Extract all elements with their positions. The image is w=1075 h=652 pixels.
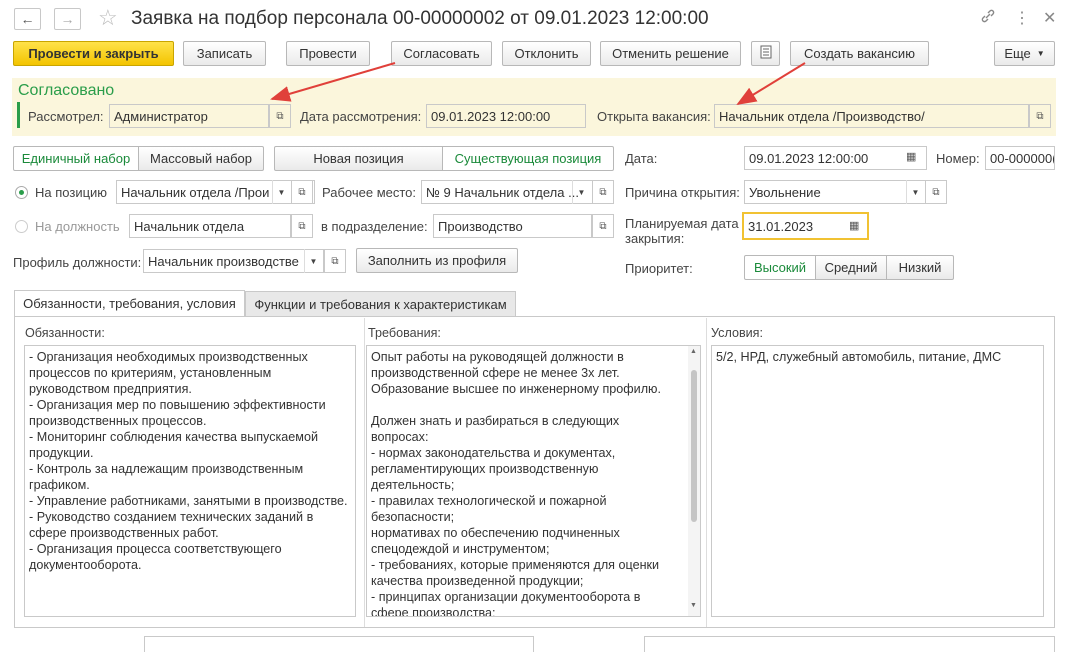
plan-close-label-line2: закрытия:	[625, 231, 685, 246]
number-label: Номер:	[936, 151, 980, 166]
new-position-toggle[interactable]: Новая позиция	[274, 146, 443, 171]
open-icon[interactable]: ⧉	[291, 180, 313, 204]
workplace-label: Рабочее место:	[322, 185, 417, 200]
calendar-icon[interactable]: ▦	[849, 219, 859, 232]
scroll-up-icon[interactable]: ▲	[690, 348, 697, 355]
requirements-scrollbar[interactable]: ▲ ▼	[688, 346, 700, 616]
in-department-label: в подразделение:	[321, 219, 428, 234]
bottom-field[interactable]	[144, 636, 534, 652]
plan-close-label-line1: Планируемая дата	[625, 216, 739, 231]
plan-close-label: Планируемая дата закрытия:	[625, 216, 739, 246]
divider	[706, 318, 707, 627]
profile-field[interactable]: Начальник производстве	[143, 249, 324, 273]
bottom-field[interactable]	[644, 636, 1055, 652]
date-label: Дата:	[625, 151, 658, 166]
reason-field[interactable]: Увольнение	[744, 180, 927, 204]
conditions-label: Условия:	[711, 326, 763, 340]
tab-duties[interactable]: Обязанности, требования, условия	[14, 290, 245, 316]
conditions-textarea[interactable]: 5/2, НРД, служебный автомобиль, питание,…	[711, 345, 1044, 617]
open-icon[interactable]: ⧉	[324, 249, 346, 273]
chevron-down-icon[interactable]: ▼	[906, 180, 924, 204]
workplace-field[interactable]: № 9 Начальник отдела ...	[421, 180, 593, 204]
department-field[interactable]: Производство	[433, 214, 592, 238]
calendar-icon[interactable]: ▦	[906, 150, 916, 163]
requirements-label: Требования:	[368, 326, 441, 340]
duties-textarea[interactable]: - Организация необходимых производственн…	[24, 345, 356, 617]
tab-functions[interactable]: Функции и требования к характеристикам	[245, 291, 516, 316]
existing-position-toggle[interactable]: Существующая позиция	[442, 146, 614, 171]
chevron-down-icon[interactable]: ▼	[272, 180, 290, 204]
priority-high-toggle[interactable]: Высокий	[744, 255, 816, 280]
arrow-to-reviewer	[270, 62, 396, 102]
priority-low-toggle[interactable]: Низкий	[886, 255, 954, 280]
open-icon[interactable]: ⧉	[291, 214, 313, 238]
arrow-to-vacancy	[736, 62, 806, 106]
chevron-down-icon[interactable]: ▼	[304, 249, 322, 273]
duties-label: Обязанности:	[25, 326, 105, 340]
profile-label: Профиль должности:	[13, 255, 142, 270]
priority-label: Приоритет:	[625, 261, 693, 276]
priority-medium-toggle[interactable]: Средний	[815, 255, 887, 280]
fill-from-profile-button[interactable]: Заполнить из профиля	[356, 248, 518, 273]
date-field[interactable]: 09.01.2023 12:00:00	[744, 146, 927, 170]
single-selection-toggle[interactable]: Единичный набор	[13, 146, 139, 171]
chevron-down-icon[interactable]: ▼	[572, 180, 590, 204]
requirements-textarea[interactable]: Опыт работы на руководящей должности в п…	[366, 345, 701, 617]
divider	[364, 318, 365, 627]
open-icon[interactable]: ⧉	[592, 180, 614, 204]
open-icon[interactable]: ⧉	[925, 180, 947, 204]
mass-selection-toggle[interactable]: Массовый набор	[138, 146, 264, 171]
on-position-radio[interactable]	[15, 186, 28, 199]
scroll-thumb[interactable]	[691, 370, 697, 522]
on-job-field[interactable]: Начальник отдела	[129, 214, 291, 238]
reason-label: Причина открытия:	[625, 185, 740, 200]
on-job-radio[interactable]	[15, 220, 28, 233]
on-job-label: На должность	[35, 219, 120, 234]
open-icon[interactable]: ⧉	[592, 214, 614, 238]
scroll-down-icon[interactable]: ▼	[690, 602, 697, 609]
number-field[interactable]: 00-000000(	[985, 146, 1055, 170]
on-position-label: На позицию	[35, 185, 108, 200]
